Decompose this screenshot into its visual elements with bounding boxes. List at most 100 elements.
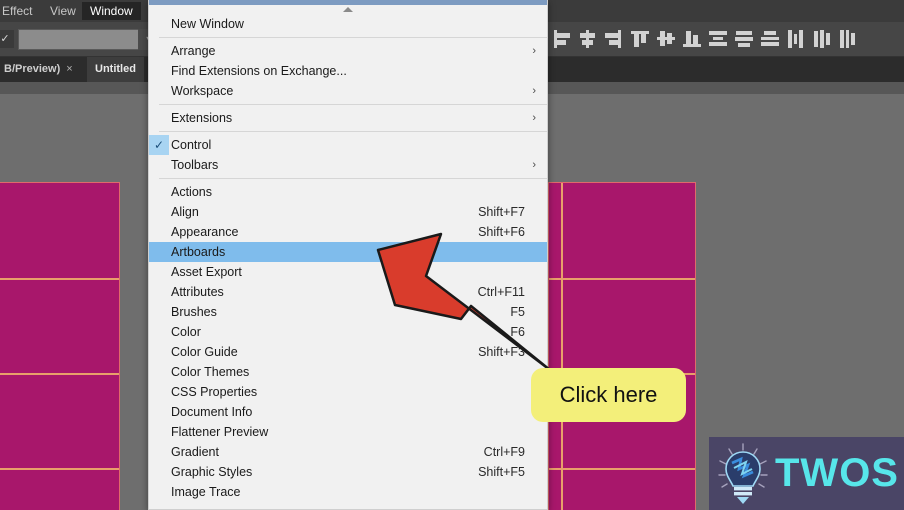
document-tab-untitled[interactable]: Untitled	[87, 56, 144, 82]
menu-item-color-guide[interactable]: Color Guide Shift+F3	[149, 342, 547, 362]
distribute-bottom-icon[interactable]	[758, 27, 782, 51]
menu-item-label: Arrange	[171, 44, 216, 58]
lightbulb-icon	[717, 442, 769, 505]
menu-item-align[interactable]: Align Shift+F7	[149, 202, 547, 222]
menu-item-label: New Window	[171, 17, 244, 31]
menu-item-flattener-preview[interactable]: Flattener Preview	[149, 422, 547, 442]
menu-item-shortcut: F5	[510, 305, 525, 319]
menu-item-label: Color	[171, 325, 201, 339]
distribute-top-icon[interactable]	[706, 27, 730, 51]
menubar-item-view[interactable]: View	[42, 2, 84, 20]
menubar-item-window[interactable]: Window	[82, 2, 141, 20]
menu-item-gradient[interactable]: Gradient Ctrl+F9	[149, 442, 547, 462]
distribute-horizontal-center-icon[interactable]	[810, 27, 834, 51]
menu-item-extensions[interactable]: Extensions ›	[149, 108, 547, 128]
align-bottom-icon[interactable]	[680, 27, 704, 51]
control-bar-combo-field[interactable]	[18, 29, 140, 50]
menubar-label: View	[50, 4, 76, 18]
menu-item-label: Color Themes	[171, 365, 250, 379]
menu-scroll-up-arrow[interactable]	[149, 5, 547, 14]
menu-item-appearance[interactable]: Appearance Shift+F6	[149, 222, 547, 242]
menu-item-document-info[interactable]: Document Info	[149, 402, 547, 422]
menu-item-label: Align	[171, 205, 199, 219]
menu-item-shortcut: Shift+F7	[478, 205, 525, 219]
menu-item-arrange[interactable]: Arrange ›	[149, 41, 547, 61]
menu-item-label: Flattener Preview	[171, 425, 269, 439]
menu-item-label: Actions	[171, 185, 212, 199]
menu-item-shortcut: Shift+F5	[478, 465, 525, 479]
guide-line	[0, 468, 119, 470]
menu-item-toolbars[interactable]: Toolbars ›	[149, 155, 547, 175]
menubar-label: Effect	[2, 4, 33, 18]
chevron-right-icon: ›	[532, 112, 536, 124]
chevron-right-icon: ›	[532, 85, 536, 97]
menu-item-label: Find Extensions on Exchange...	[171, 64, 347, 78]
align-top-icon[interactable]	[628, 27, 652, 51]
menu-item-list: New Window Arrange › Find Extensions on Exc…	[149, 14, 547, 502]
menu-item-label: Brushes	[171, 305, 217, 319]
guide-line	[549, 468, 695, 470]
menu-item-label: Gradient	[171, 445, 219, 459]
illustrator-screenshot: B/Preview)× Untitled ✓ ▼	[0, 0, 904, 510]
menu-item-attributes[interactable]: Attributes Ctrl+F11	[149, 282, 547, 302]
distribute-left-icon[interactable]	[784, 27, 808, 51]
align-right-icon[interactable]	[602, 27, 626, 51]
menu-item-label: Attributes	[171, 285, 224, 299]
menu-separator	[159, 104, 547, 105]
menu-item-image-trace[interactable]: Image Trace	[149, 482, 547, 502]
menu-item-asset-export[interactable]: Asset Export	[149, 262, 547, 282]
menu-item-artboards[interactable]: Artboards	[149, 242, 547, 262]
guide-line	[0, 373, 119, 375]
menu-item-graphic-styles[interactable]: Graphic Styles Shift+F5	[149, 462, 547, 482]
window-dropdown-menu[interactable]: New Window Arrange › Find Extensions on Exc…	[148, 0, 548, 510]
menu-item-label: Asset Export	[171, 265, 242, 279]
menu-item-actions[interactable]: Actions	[149, 182, 547, 202]
menu-item-label: Toolbars	[171, 158, 219, 172]
menu-item-shortcut: Ctrl+F11	[477, 285, 525, 299]
guide-line	[0, 278, 119, 280]
callout-text: Click here	[559, 382, 658, 407]
check-icon: ✓	[149, 135, 169, 155]
chevron-right-icon: ›	[532, 45, 536, 57]
menu-item-color-themes[interactable]: Color Themes	[149, 362, 547, 382]
chevron-up-icon	[343, 7, 353, 12]
menu-item-shortcut: Shift+F3	[478, 345, 525, 359]
menu-item-css-properties[interactable]: CSS Properties	[149, 382, 547, 402]
align-vertical-center-icon[interactable]	[654, 27, 678, 51]
menu-item-brushes[interactable]: Brushes F5	[149, 302, 547, 322]
menu-separator	[159, 131, 547, 132]
menu-item-label: Color Guide	[171, 345, 238, 359]
control-bar-checkmark-icon[interactable]: ✓	[0, 30, 14, 48]
menu-item-color[interactable]: Color F6	[149, 322, 547, 342]
menu-item-label: Artboards	[171, 245, 226, 259]
menu-item-label: Workspace	[171, 84, 234, 98]
menu-separator	[159, 178, 547, 179]
menu-item-label: Image Trace	[171, 485, 241, 499]
menu-item-label: Control	[171, 138, 212, 152]
menubar-item-effect[interactable]: Effect	[0, 2, 40, 20]
guide-line	[549, 278, 695, 280]
menu-item-new-window[interactable]: New Window	[149, 14, 547, 34]
watermark-text: TWOS	[775, 451, 899, 495]
menu-item-label: Appearance	[171, 225, 239, 239]
menu-item-control[interactable]: ✓ Control	[149, 135, 547, 155]
align-left-icon[interactable]	[550, 27, 574, 51]
distribute-vertical-center-icon[interactable]	[732, 27, 756, 51]
menu-item-workspace[interactable]: Workspace ›	[149, 81, 547, 101]
menu-item-label: Graphic Styles	[171, 465, 253, 479]
menu-item-find-extensions-on-exchange[interactable]: Find Extensions on Exchange...	[149, 61, 547, 81]
distribute-right-icon[interactable]	[836, 27, 860, 51]
tab-label: B/Preview)	[4, 63, 61, 75]
close-icon[interactable]: ×	[66, 63, 72, 75]
click-here-callout: Click here	[531, 368, 686, 422]
menu-item-shortcut: F6	[510, 325, 525, 339]
alignment-toolbar	[550, 26, 860, 52]
tab-label: Untitled	[95, 63, 136, 75]
artboard-left[interactable]	[0, 182, 120, 510]
artboard-right[interactable]	[548, 182, 696, 510]
twos-watermark: TWOS	[709, 437, 904, 510]
menu-item-label: Extensions	[171, 111, 233, 125]
align-horizontal-center-icon[interactable]	[576, 27, 600, 51]
menu-item-label: Document Info	[171, 405, 253, 419]
document-tab-preview[interactable]: B/Preview) ×	[0, 56, 81, 82]
